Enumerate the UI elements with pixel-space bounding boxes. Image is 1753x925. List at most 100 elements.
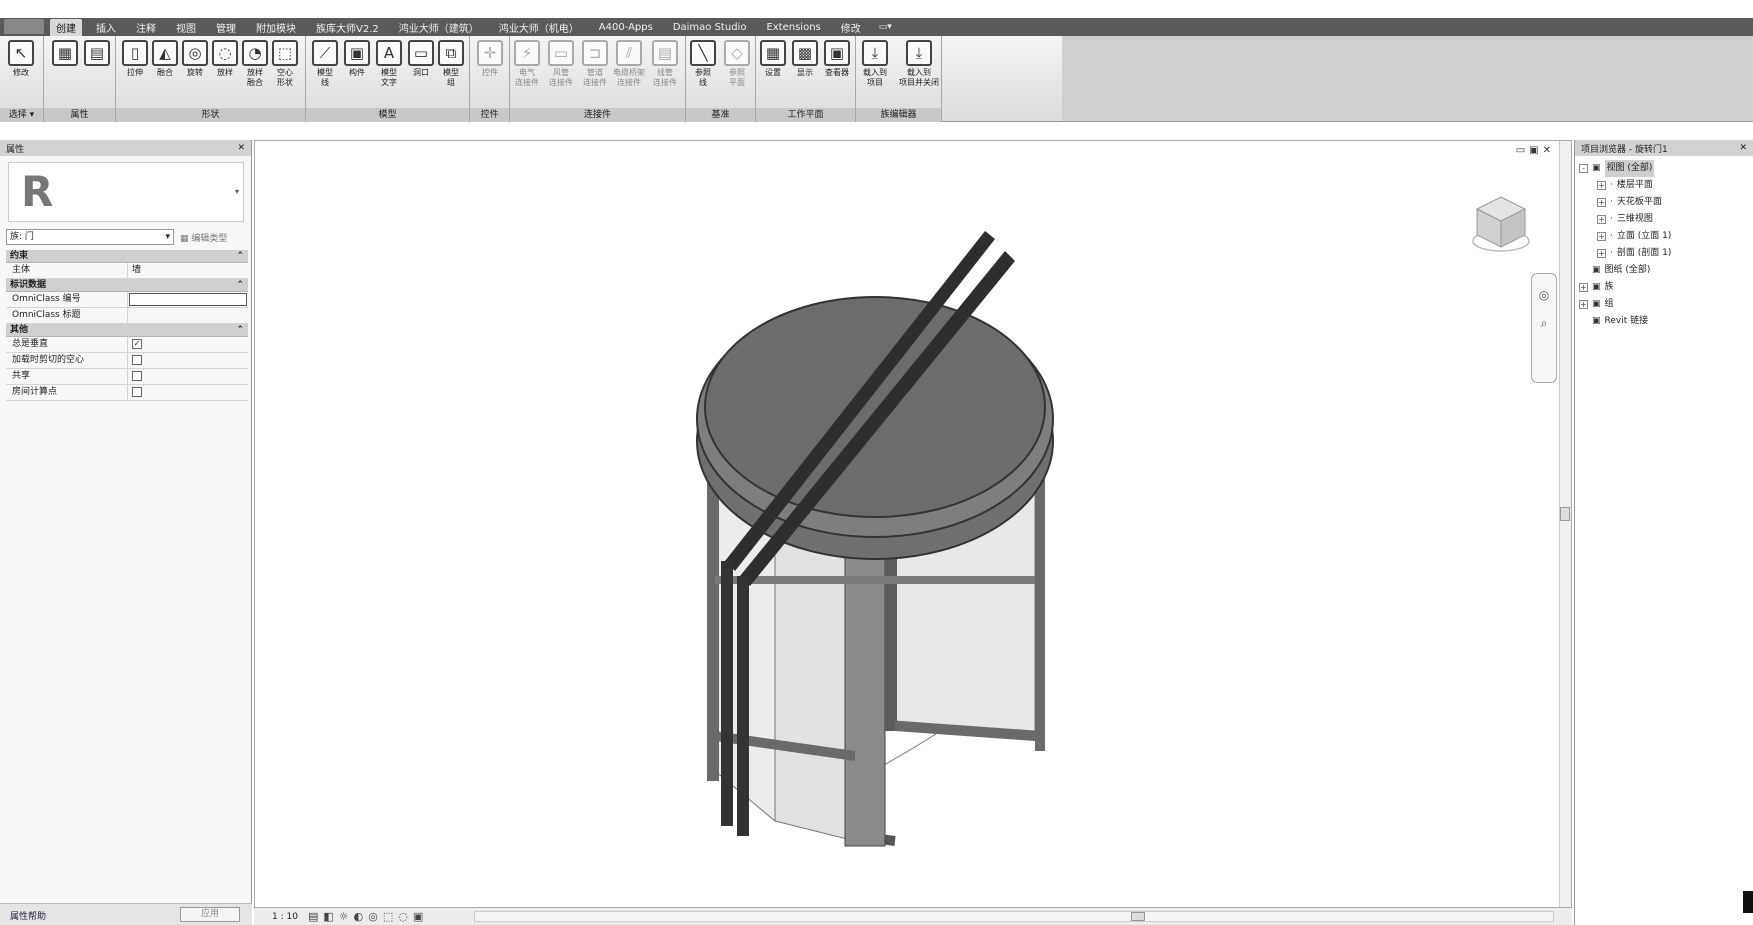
tree-node[interactable]: + · 天花板平面 [1579, 194, 1749, 211]
collapse-icon[interactable]: ⌃ [236, 324, 244, 336]
tab-12[interactable]: 修改 [835, 19, 867, 36]
property-value[interactable] [128, 385, 248, 400]
workplane-set-button[interactable]: ▦ 设置 [756, 40, 790, 78]
property-group-header[interactable]: 约束 ⌃ [6, 250, 248, 263]
temporary-hide-icon[interactable]: ◌ [398, 910, 408, 923]
void-forms-button[interactable]: ⬚ 空心 形状 [268, 40, 302, 88]
close-icon[interactable]: ✕ [1543, 145, 1551, 156]
component-button[interactable]: ▣ 构件 [340, 40, 374, 78]
tab-9[interactable]: A400-Apps [593, 21, 659, 34]
tab-10[interactable]: Daimao Studio [667, 21, 753, 34]
render-icon[interactable]: ◎ [368, 910, 378, 923]
tree-node[interactable]: + · 剖面 (剖面 1) [1579, 245, 1749, 262]
property-checkbox[interactable]: ✓ [132, 339, 142, 349]
tab-5[interactable]: 附加模块 [250, 19, 302, 36]
vertical-scrollbar[interactable] [1559, 141, 1571, 907]
apply-button[interactable]: 应用 [180, 907, 240, 922]
cable-tray-connector-button[interactable]: ⫽ 电缆桥架 连接件 [612, 40, 646, 88]
application-menu-button[interactable] [4, 19, 44, 34]
viewcube-icon[interactable] [1469, 193, 1533, 255]
duct-connector-button[interactable]: ▭ 风管 连接件 [544, 40, 578, 88]
close-icon[interactable]: ✕ [237, 143, 245, 153]
modify-button[interactable]: ↖ 修改 [4, 40, 38, 78]
horizontal-scrollbar[interactable] [474, 911, 1554, 922]
model-text-button[interactable]: A 模型 文字 [372, 40, 406, 88]
select-dropdown[interactable]: 选择 ▾ [0, 108, 43, 122]
type-filter-select[interactable]: 族: 门 [6, 229, 174, 245]
properties-help-link[interactable]: 属性帮助 [10, 909, 46, 922]
zoom-icon[interactable]: ⌕ [1532, 316, 1556, 331]
tree-node[interactable]: - ▣ 视图 (全部) [1579, 160, 1749, 177]
property-checkbox[interactable] [132, 371, 142, 381]
tree-node[interactable]: + ▣ 族 [1579, 279, 1749, 296]
property-group-header[interactable]: 标识数据 ⌃ [6, 279, 248, 292]
edit-type-button[interactable]: ▦ 编辑类型 [180, 231, 227, 244]
tab-7[interactable]: 鸿业大师（建筑） [393, 19, 485, 36]
property-value[interactable]: 墙 [128, 263, 248, 278]
property-checkbox[interactable] [132, 355, 142, 365]
tree-node[interactable]: ▣ 图纸 (全部) [1579, 262, 1749, 279]
collapse-icon[interactable]: ⌃ [236, 250, 244, 262]
tab-3[interactable]: 视图 [170, 19, 202, 36]
tree-node[interactable]: + · 立面 (立面 1) [1579, 228, 1749, 245]
horizontal-scroll-thumb[interactable] [1131, 912, 1145, 921]
revolve-button[interactable]: ◎ 旋转 [178, 40, 212, 78]
tree-node[interactable]: + · 三维视图 [1579, 211, 1749, 228]
expand-icon[interactable]: + [1597, 181, 1606, 190]
detail-level-icon[interactable]: ▤ [308, 910, 318, 923]
close-icon[interactable]: ✕ [1739, 143, 1747, 153]
swept-blend-button[interactable]: ◔ 放样 融合 [238, 40, 272, 88]
visual-style-icon[interactable]: ◧ [323, 910, 333, 923]
blend-button[interactable]: ◭ 融合 [148, 40, 182, 78]
family-category-button[interactable]: ▦ [48, 40, 82, 68]
crop-view-icon[interactable]: ⬚ [383, 910, 393, 923]
tab-1[interactable]: 插入 [90, 19, 122, 36]
navigation-bar[interactable]: ◎ ⌕ [1531, 273, 1557, 383]
electrical-connector-button[interactable]: ⚡ 电气 连接件 [510, 40, 544, 88]
collapse-icon[interactable]: ⌃ [236, 279, 244, 291]
property-value[interactable] [128, 308, 248, 323]
property-value[interactable] [128, 353, 248, 368]
extrusion-button[interactable]: ▯ 拉伸 [118, 40, 152, 78]
family-types-button[interactable]: ▤ [80, 40, 114, 68]
property-value[interactable]: ✓ [128, 337, 248, 352]
reference-line-button[interactable]: ╲ 参照线 [686, 40, 720, 88]
tab-8[interactable]: 鸿业大师（机电） [493, 19, 585, 36]
view-scale[interactable]: 1 : 10 [254, 912, 308, 922]
sweep-button[interactable]: ◌ 放样 [208, 40, 242, 78]
tab-6[interactable]: 族库大师V2.2 [310, 19, 385, 36]
expand-icon[interactable]: + [1597, 215, 1606, 224]
property-group-header[interactable]: 其他 ⌃ [6, 324, 248, 337]
shadows-icon[interactable]: ◐ [354, 910, 364, 923]
sun-path-icon[interactable]: ☼ [339, 910, 349, 923]
restore-icon[interactable]: ▣ [1529, 145, 1538, 156]
property-value[interactable] [128, 369, 248, 384]
minimize-icon[interactable]: ▭ [1516, 145, 1525, 156]
control-button[interactable]: ✛ 控件 [473, 40, 507, 78]
expand-icon[interactable]: + [1579, 283, 1588, 292]
tree-node[interactable]: + · 楼层平面 [1579, 177, 1749, 194]
vertical-scroll-thumb[interactable] [1560, 507, 1570, 521]
opening-button[interactable]: ▭ 洞口 [404, 40, 438, 78]
reveal-hidden-icon[interactable]: ▣ [413, 910, 423, 923]
property-checkbox[interactable] [132, 387, 142, 397]
conduit-connector-button[interactable]: ▤ 线管 连接件 [648, 40, 682, 88]
tab-11[interactable]: Extensions [760, 21, 826, 34]
tab-4[interactable]: 管理 [210, 19, 242, 36]
tree-node[interactable]: ▣ Revit 链接 [1579, 313, 1749, 330]
reference-plane-button[interactable]: ◇ 参照 平面 [720, 40, 754, 88]
workplane-show-button[interactable]: ▩ 显示 [788, 40, 822, 78]
expand-icon[interactable]: + [1597, 232, 1606, 241]
tab-0[interactable]: 创建 [50, 18, 82, 36]
collapse-icon[interactable]: - [1579, 164, 1588, 173]
tab-2[interactable]: 注释 [130, 19, 162, 36]
model-line-button[interactable]: ⟋ 模型线 [308, 40, 342, 88]
expand-icon[interactable]: + [1579, 300, 1588, 309]
pipe-connector-button[interactable]: ⊐ 管道 连接件 [578, 40, 612, 88]
load-into-project-button[interactable]: ⤓ 载入到 项目 [858, 40, 892, 88]
workplane-viewer-button[interactable]: ▣ 查看器 [820, 40, 854, 78]
3d-viewport[interactable]: ▭ ▣ ✕ ◎ ⌕ [254, 140, 1572, 908]
tree-node[interactable]: + ▣ 组 [1579, 296, 1749, 313]
expand-icon[interactable]: + [1597, 198, 1606, 207]
property-value[interactable] [129, 293, 247, 306]
